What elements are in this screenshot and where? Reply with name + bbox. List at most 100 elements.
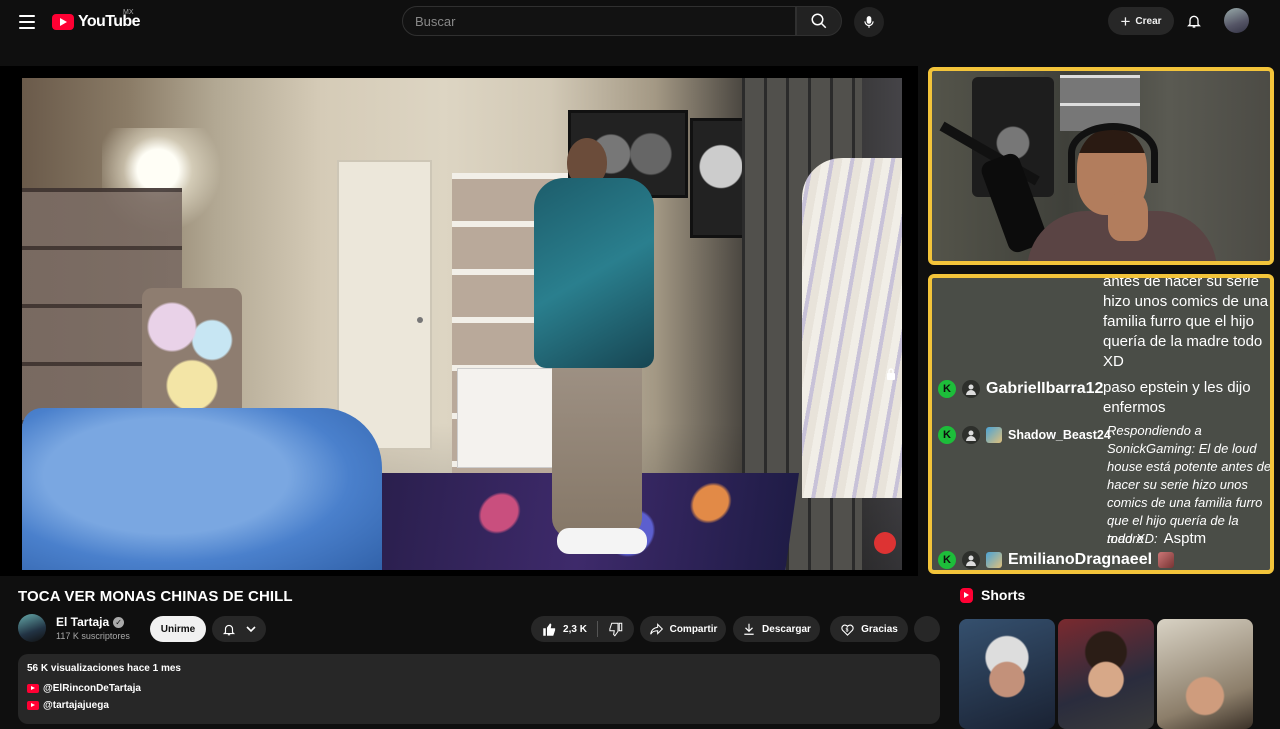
bell-icon — [1187, 15, 1201, 28]
dislike-icon[interactable] — [608, 622, 623, 637]
top-bar: YouTube MX + Crear — [0, 0, 1280, 44]
chat-text: enfermos — [1103, 399, 1166, 416]
channel-name-row[interactable]: El Tartaja ✓ — [56, 615, 125, 629]
like-divider — [596, 621, 598, 637]
svg-text:$: $ — [846, 627, 849, 633]
chat-reply-end: todo XD: Asptm — [1107, 530, 1206, 547]
search-box — [402, 6, 796, 36]
create-button[interactable]: + Crear — [1108, 7, 1174, 35]
short-thumbnail[interactable] — [1058, 619, 1154, 729]
chat-overlay: antes de hacer su serie hizo unos comics… — [928, 274, 1274, 574]
video-player[interactable] — [0, 66, 918, 576]
youtube-icon — [27, 701, 39, 710]
join-button[interactable]: Unirme — [150, 616, 206, 642]
menu-icon[interactable] — [14, 10, 40, 34]
cam-streamer-hand — [1108, 191, 1148, 241]
thanks-label: Gracias — [861, 623, 898, 635]
subscriber-count: 117 K suscriptores — [56, 631, 130, 641]
chat-reply-line: house está potente antes de — [1107, 459, 1272, 474]
video-person-jacket — [534, 178, 654, 368]
voice-search-button[interactable] — [854, 7, 884, 37]
account-avatar[interactable] — [1224, 8, 1249, 33]
share-button[interactable]: Compartir — [640, 616, 726, 642]
view-stats: 56 K visualizaciones hace 1 mes — [27, 663, 181, 674]
notifications-button[interactable] — [1183, 9, 1205, 33]
user-badge-icon — [962, 380, 980, 398]
chat-username: EmilianoDragnaeel — [1008, 551, 1153, 568]
like-dislike-group: 2,3 K — [531, 616, 634, 642]
emote-icon — [1158, 552, 1175, 568]
video-person-pants — [552, 348, 642, 538]
youtube-icon — [27, 684, 39, 693]
short-thumbnail[interactable] — [959, 619, 1055, 729]
description-box[interactable]: 56 K visualizaciones hace 1 mes @ElRinco… — [18, 654, 940, 724]
sticker-icon — [874, 532, 896, 554]
channel-avatar[interactable] — [18, 614, 46, 642]
webcam-overlay — [928, 67, 1274, 265]
description-link[interactable]: @tartajajuega — [27, 700, 109, 711]
download-button[interactable]: Descargar — [733, 616, 820, 642]
lock-icon — [887, 368, 895, 380]
chat-line: hizo unos comics de una — [1103, 293, 1269, 310]
chat-username: GabrielIbarra12 — [986, 380, 1104, 397]
link-text[interactable]: @ElRinconDeTartaja — [43, 683, 141, 694]
profile-picture-icon — [986, 427, 1002, 443]
chat-reply-line: todo XD: — [1107, 531, 1158, 546]
chat-message-gabriel: K GabrielIbarra12 — [938, 378, 1103, 400]
video-door-knob — [417, 317, 423, 323]
kick-badge-icon: K — [938, 551, 956, 569]
like-count[interactable]: 2,3 K — [563, 624, 587, 635]
chat-line: quería de la madre todo — [1103, 333, 1263, 350]
thanks-button[interactable]: $ Gracias — [830, 616, 908, 642]
chat-reply-line: Respondiendo a — [1107, 423, 1202, 438]
video-frame[interactable] — [22, 78, 902, 570]
shorts-header: Shorts — [960, 587, 1025, 603]
chat-reply-line: comics de una familia furro — [1107, 495, 1263, 510]
link-text[interactable]: @tartajajuega — [43, 700, 109, 711]
subscription-bell-button[interactable] — [212, 616, 266, 642]
chat-reply-line: hacer su serie hizo unos — [1107, 477, 1248, 492]
chat-line: XD — [1103, 353, 1124, 370]
region-code: MX — [123, 9, 134, 16]
bell-icon — [222, 624, 236, 635]
chat-message-shadow: K Shadow_Beast24 — [938, 424, 1111, 446]
shorts-icon — [960, 587, 973, 603]
video-hanging-cloth — [802, 158, 902, 498]
share-icon — [649, 623, 663, 635]
shorts-title: Shorts — [981, 587, 1026, 603]
user-badge-icon — [962, 551, 980, 569]
video-plushies — [142, 288, 242, 418]
video-title: TOCA VER MONAS CHINAS DE CHILL — [18, 588, 293, 605]
chat-text: paso epstein y les dijo — [1103, 379, 1251, 396]
video-door — [337, 160, 432, 450]
short-thumbnail[interactable] — [1157, 619, 1253, 729]
more-actions-button[interactable] — [914, 616, 940, 642]
search-icon — [811, 13, 827, 29]
search-button[interactable] — [796, 6, 842, 36]
channel-name[interactable]: El Tartaja — [56, 615, 109, 629]
microphone-icon — [864, 16, 874, 28]
chat-message-emiliano: K EmilianoDragnaeel — [938, 549, 1175, 570]
youtube-play-icon — [52, 14, 74, 30]
kick-badge-icon: K — [938, 426, 956, 444]
download-label: Descargar — [762, 623, 811, 635]
chat-reply-line: SonickGaming: El de loud — [1107, 441, 1257, 456]
like-icon[interactable] — [542, 622, 557, 637]
user-badge-icon — [962, 426, 980, 444]
share-label: Compartir — [669, 623, 718, 635]
verified-icon: ✓ — [113, 616, 125, 628]
kick-badge-icon: K — [938, 380, 956, 398]
search-input[interactable] — [403, 7, 795, 35]
video-person — [512, 138, 672, 568]
description-link[interactable]: @ElRinconDeTartaja — [27, 683, 141, 694]
cam-headset — [1068, 123, 1158, 183]
chat-text: Asptm — [1163, 530, 1207, 547]
video-bed — [22, 408, 382, 570]
cam-shelf — [1060, 75, 1140, 131]
video-person-socks — [557, 528, 647, 554]
chat-username: Shadow_Beast24 — [1008, 428, 1111, 442]
create-label: Crear — [1135, 15, 1162, 27]
chat-line: familia furro que el hijo — [1103, 313, 1254, 330]
profile-picture-icon — [986, 552, 1002, 568]
chat-line: antes de hacer su serie — [1103, 274, 1259, 290]
